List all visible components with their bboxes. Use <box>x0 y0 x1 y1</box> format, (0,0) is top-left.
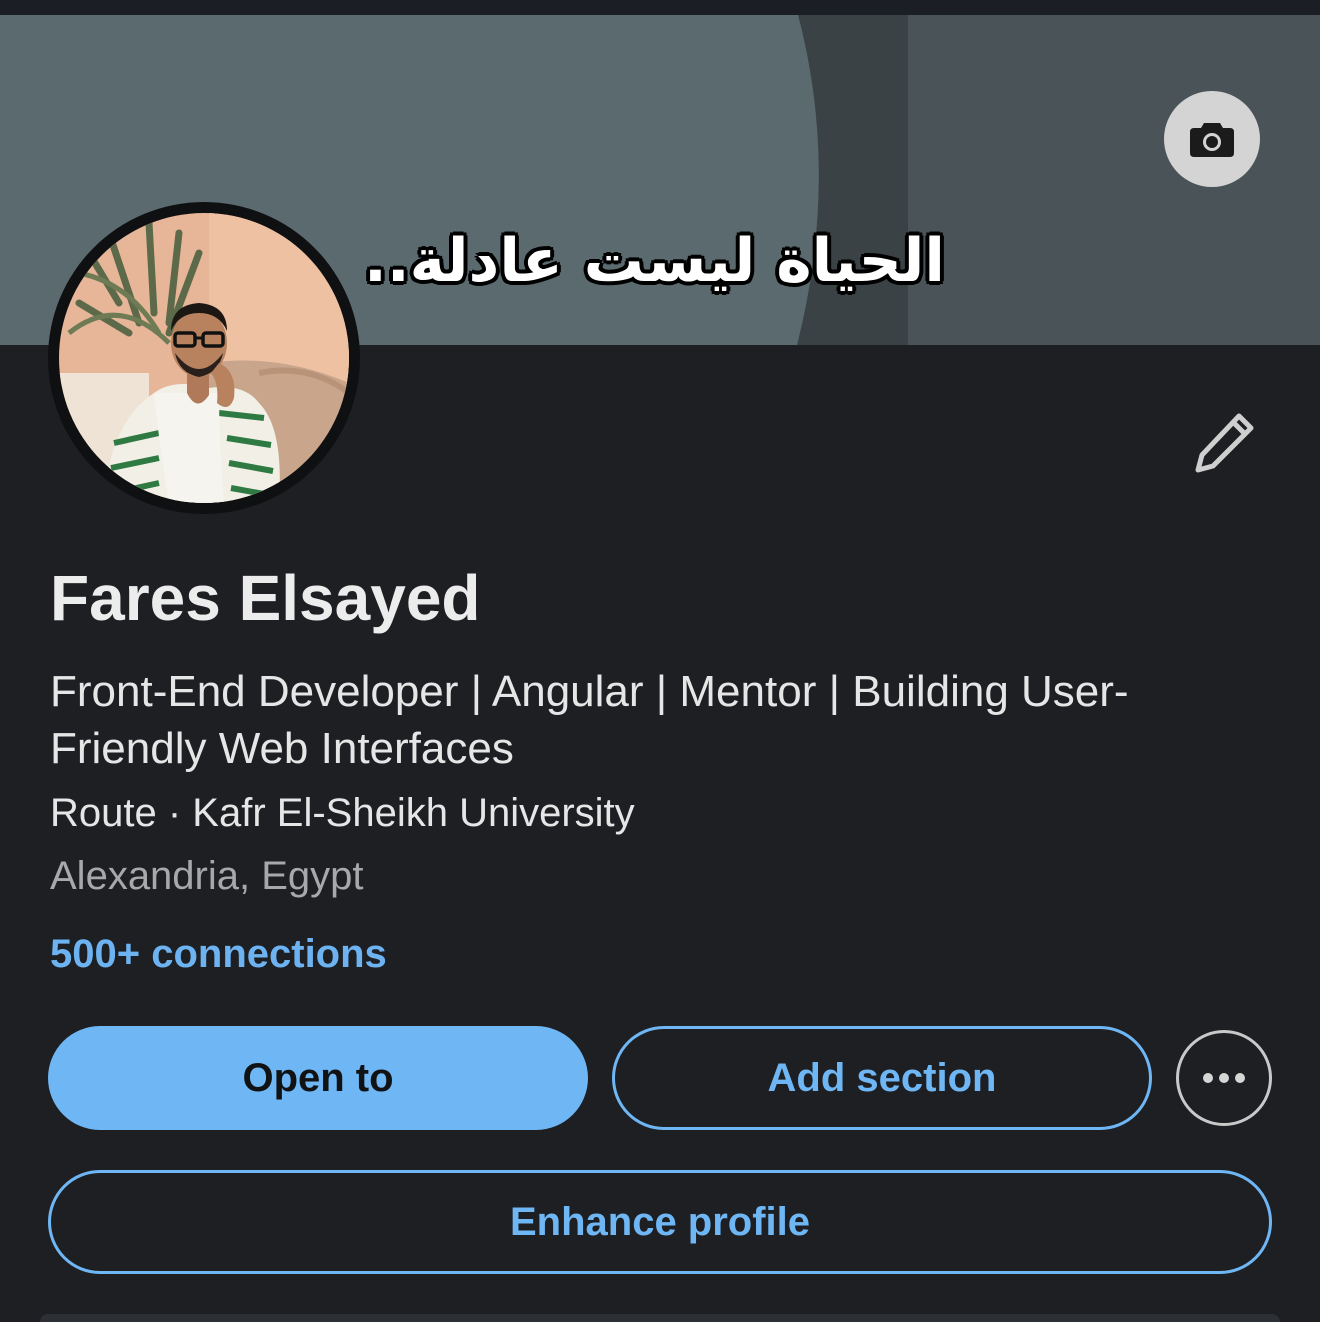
next-card-edge <box>40 1314 1280 1322</box>
profile-company[interactable]: Route · Kafr El-Sheikh University <box>50 787 635 839</box>
edit-banner-button[interactable] <box>1164 91 1260 187</box>
avatar[interactable] <box>48 202 360 514</box>
profile-name: Fares Elsayed <box>50 562 481 634</box>
profile-location: Alexandria, Egypt <box>50 854 364 898</box>
profile-photo <box>59 213 349 503</box>
more-button[interactable] <box>1176 1030 1272 1126</box>
status-strip <box>0 0 1320 15</box>
banner-caption: الحياة ليست عادلة.. <box>364 226 945 296</box>
enhance-profile-button[interactable]: Enhance profile <box>48 1170 1272 1274</box>
edit-profile-button[interactable] <box>1188 405 1262 479</box>
camera-icon <box>1190 123 1234 157</box>
open-to-button[interactable]: Open to <box>48 1026 588 1130</box>
more-horizontal-icon <box>1203 1073 1245 1083</box>
connections-link[interactable]: 500+ connections <box>50 928 387 980</box>
add-section-button[interactable]: Add section <box>612 1026 1152 1130</box>
profile-headline: Front-End Developer | Angular | Mentor |… <box>50 667 1129 773</box>
pencil-icon <box>1195 413 1254 473</box>
